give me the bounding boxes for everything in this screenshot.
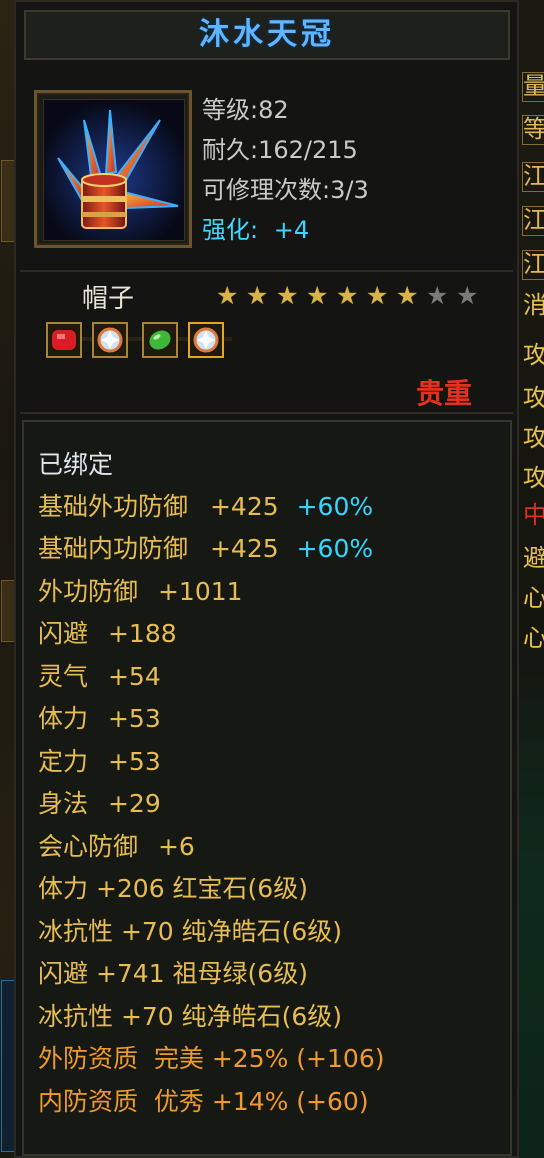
attribute-row: 基础外功防御 +425 +60%	[38, 492, 373, 522]
gem-socket[interactable]	[142, 322, 178, 358]
gem-attribute-row: 冰抗性 +70 纯净皓石(6级)	[38, 1002, 343, 1031]
peek-text: 攻	[523, 385, 544, 411]
white-gem-icon	[97, 327, 123, 353]
peek-text: 消	[523, 292, 544, 318]
peek-text: 攻	[523, 342, 544, 368]
peek-text: 中	[523, 502, 544, 528]
gem-socket[interactable]	[92, 322, 128, 358]
attribute-row: 定力 +53	[38, 747, 161, 777]
star-filled-icon: ★	[246, 281, 269, 310]
helmet-icon-art	[44, 100, 184, 240]
bound-status: 已绑定	[38, 450, 114, 479]
attribute-value: +425	[209, 534, 279, 563]
gem-attribute-row: 体力 +206 红宝石(6级)	[38, 874, 308, 903]
peek-text: 攻	[523, 425, 544, 451]
attribute-value: +188	[107, 619, 177, 648]
white-gem-icon	[193, 327, 219, 353]
attribute-row: 会心防御 +6	[38, 832, 195, 862]
peek-text: 江	[522, 162, 544, 192]
attribute-row: 外功防御 +1011	[38, 577, 243, 607]
attribute-row: 闪避 +188	[38, 619, 177, 649]
peek-text: 心	[523, 625, 544, 651]
gem-attribute-row: 冰抗性 +70 纯净皓石(6级)	[38, 917, 343, 946]
attribute-value: +29	[107, 789, 161, 818]
attribute-name: 身法	[38, 789, 89, 818]
attribute-value: +53	[107, 747, 161, 776]
attribute-name: 外功防御	[38, 577, 139, 606]
left-edge-fragment	[1, 580, 15, 642]
attribute-row: 体力 +53	[38, 704, 161, 734]
attribute-value: +54	[107, 662, 161, 691]
attribute-row: 身法 +29	[38, 789, 161, 819]
enhance-label: 强化:	[202, 216, 259, 244]
quality-row: 外防资质 完美 +25% (+106)	[38, 1044, 385, 1073]
attribute-name: 定力	[38, 747, 89, 776]
attribute-row: 灵气 +54	[38, 662, 161, 692]
star-filled-icon: ★	[366, 281, 389, 310]
gem-socket[interactable]	[46, 322, 82, 358]
item-name: 沐水天冠	[199, 17, 335, 52]
attribute-name: 闪避	[38, 619, 89, 648]
item-title-bar: 沐水天冠	[24, 10, 510, 60]
attribute-name: 体力	[38, 704, 89, 733]
attribute-bonus: +60%	[296, 492, 374, 521]
star-filled-icon: ★	[276, 281, 299, 310]
item-tooltip: 沐水天冠 等级:82 耐久:162/215 可修理次数:3/3 强化: +4 帽…	[14, 0, 519, 1158]
peek-text: 江	[522, 250, 544, 280]
peek-text: 攻	[523, 465, 544, 491]
enhance-value: +4	[273, 216, 310, 244]
peek-text: 江	[522, 206, 544, 236]
peek-text: 心	[523, 585, 544, 611]
star-filled-icon: ★	[216, 281, 239, 310]
attribute-bonus: +60%	[296, 534, 374, 563]
star-filled-icon: ★	[396, 281, 419, 310]
helmet-icon	[43, 99, 185, 241]
attribute-list: 已绑定 基础外功防御 +425 +60% 基础内功防御 +425 +60% 外功…	[22, 420, 512, 1156]
attribute-name: 基础外功防御	[38, 492, 189, 521]
attribute-name: 会心防御	[38, 832, 139, 861]
divider	[20, 412, 513, 414]
attribute-value: +6	[157, 832, 195, 861]
item-level: 等级:82	[202, 96, 289, 124]
attribute-name: 灵气	[38, 662, 89, 691]
star-empty-icon: ★	[456, 281, 479, 310]
green-gem-icon	[149, 330, 171, 350]
gem-socket[interactable]	[188, 322, 224, 358]
rarity-label: 贵重	[416, 377, 473, 410]
item-repair-count: 可修理次数:3/3	[202, 176, 369, 204]
peek-text: 量	[522, 72, 544, 102]
attribute-value: +1011	[157, 577, 243, 606]
item-icon-frame	[34, 90, 192, 248]
peek-text: 避	[523, 545, 544, 571]
left-edge-fragment	[1, 160, 15, 242]
gem-attribute-row: 闪避 +741 祖母绿(6级)	[38, 959, 308, 988]
quality-row: 内防资质 优秀 +14% (+60)	[38, 1087, 369, 1116]
attribute-name: 基础内功防御	[38, 534, 189, 563]
attribute-value: +53	[107, 704, 161, 733]
item-enhance: 强化: +4	[202, 210, 309, 245]
item-durability: 耐久:162/215	[202, 136, 358, 164]
background-window-peek: 量 等 江 江 江 消 攻 攻 攻 攻 中 避 心 心	[516, 0, 544, 1158]
divider	[20, 270, 513, 272]
peek-text: 等	[522, 115, 544, 145]
star-empty-icon: ★	[426, 281, 449, 310]
star-filled-icon: ★	[336, 281, 359, 310]
left-edge-fragment	[1, 980, 15, 1152]
attribute-value: +425	[209, 492, 279, 521]
star-filled-icon: ★	[306, 281, 329, 310]
red-gem-icon	[52, 330, 76, 350]
attribute-row: 基础内功防御 +425 +60%	[38, 534, 373, 564]
item-type: 帽子	[82, 284, 135, 314]
